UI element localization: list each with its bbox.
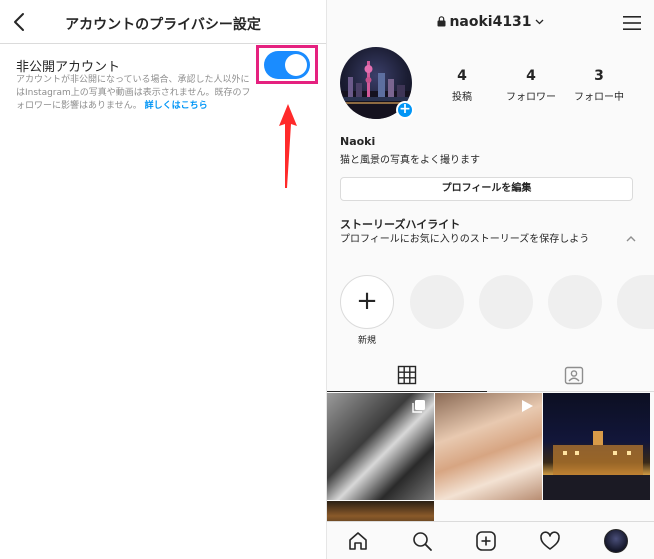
followers-stat[interactable]: 4 フォロワー [496,68,566,103]
profile-name: Naoki [340,135,376,148]
highlight-placeholder [617,275,654,329]
home-icon[interactable] [347,530,369,552]
toggle-knob [285,54,307,76]
private-account-description-text: アカウントが非公開になっている場合、承認した人以外にはInstagram上の写真… [16,75,251,111]
username-header[interactable]: naoki4131 [327,14,654,30]
lock-icon [437,16,446,27]
profile-avatar[interactable]: + [340,47,416,123]
heart-icon[interactable] [539,530,561,552]
grid-icon [397,365,417,385]
post-thumbnail[interactable] [543,393,650,500]
add-story-button[interactable]: + [396,101,414,119]
profile-tabs [327,358,654,392]
posts-grid [327,393,654,531]
search-icon[interactable] [411,530,433,552]
page-title: アカウントのプライバシー設定 [65,17,261,33]
profile-avatar-nav[interactable] [604,529,628,553]
private-account-label: 非公開アカウント [16,60,121,75]
followers-label: フォロワー [506,92,556,103]
privacy-header: アカウントのプライバシー設定 [0,0,326,44]
tab-grid[interactable] [327,358,487,392]
new-highlight-label: 新規 [357,336,376,346]
posts-count: 4 [457,68,467,84]
profile-screen: naoki4131 + 4 投稿 4 フォロワー 3 フォロー中 Naoki 猫… [327,0,654,559]
video-play-icon [522,400,533,412]
privacy-settings-screen: アカウントのプライバシー設定 非公開アカウント アカウントが非公開になっている場… [0,0,326,559]
highlight-placeholder [410,275,464,329]
new-highlight-button[interactable]: + [340,275,394,329]
learn-more-link[interactable]: 詳しくはこちら [145,101,208,111]
bottom-navigation [327,521,654,559]
private-account-toggle[interactable] [264,51,310,79]
following-label: フォロー中 [574,92,624,103]
new-post-icon[interactable] [475,530,497,552]
highlights-title: ストーリーズハイライト [340,218,461,231]
highlights-description: プロフィールにお気に入りのストーリーズを保存しよう [340,234,590,245]
hamburger-menu-icon[interactable] [622,14,642,32]
posts-label: 投稿 [452,92,472,103]
post-thumbnail[interactable] [327,393,434,500]
following-stat[interactable]: 3 フォロー中 [564,68,634,103]
private-account-description: アカウントが非公開になっている場合、承認した人以外にはInstagram上の写真… [16,74,254,113]
tagged-person-icon [564,366,584,385]
night-building-image [543,431,650,500]
chevron-up-icon[interactable] [625,234,637,244]
edit-profile-button[interactable]: プロフィールを編集 [340,177,633,201]
following-count: 3 [594,68,604,84]
highlight-placeholder [479,275,533,329]
chevron-down-icon [535,19,544,25]
username-text: naoki4131 [449,14,532,30]
profile-header: naoki4131 [327,0,654,44]
followers-count: 4 [526,68,536,84]
posts-stat[interactable]: 4 投稿 [427,68,497,103]
highlight-placeholder [548,275,602,329]
red-arrow-annotation [279,104,297,188]
plus-icon: + [356,286,378,316]
multiple-photos-icon [412,400,425,413]
tab-tagged[interactable] [494,358,654,392]
profile-bio: 猫と風景の写真をよく撮ります [340,155,480,166]
post-thumbnail[interactable] [435,393,542,500]
